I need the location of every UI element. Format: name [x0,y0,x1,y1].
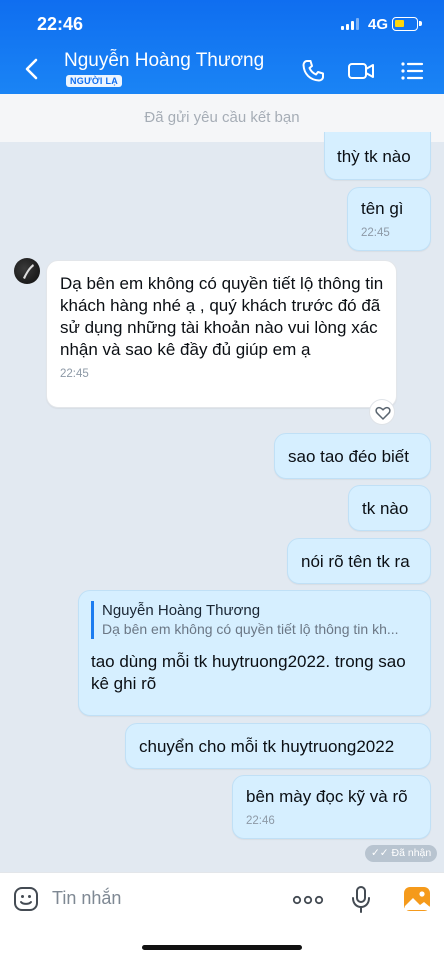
stranger-badge: NGƯỜI LẠ [66,75,123,87]
video-call-icon[interactable] [347,58,375,84]
message-time: 22:45 [60,368,89,380]
message-text: thỳ tk nào [337,147,411,166]
heart-reaction-icon[interactable] [369,399,395,425]
quoted-sender: Nguyễn Hoàng Thương [102,602,261,619]
message-text: nói rõ tên tk ra [301,552,410,571]
status-bar: 22:46 4G [0,14,444,36]
message-text: tk nào [362,499,409,518]
contact-avatar[interactable] [14,258,40,284]
reply-message-bubble[interactable]: Nguyễn Hoàng Thương Dạ bên em không có q… [78,590,431,716]
home-indicator [142,945,302,950]
message-text: sao tao đéo biết [288,447,409,466]
menu-list-icon[interactable] [399,58,425,84]
message-bubble[interactable]: tên gì 22:45 [347,187,431,251]
back-arrow-icon[interactable] [20,55,44,83]
message-bubble[interactable]: sao tao đéo biết [274,433,431,479]
signal-icon [341,18,361,30]
message-input[interactable]: Tin nhắn [52,888,121,909]
delivery-status-text: Đã nhận [391,847,432,859]
message-text: chuyển cho mỗi tk huytruong2022 [139,737,395,756]
message-text: tên gì [361,199,404,218]
message-bubble[interactable]: thỳ tk nào [324,132,431,180]
phone-icon[interactable] [300,58,326,84]
message-time: 22:46 [246,815,275,827]
message-time: 22:45 [361,227,390,239]
image-gallery-icon[interactable] [403,886,431,912]
message-bubble[interactable]: bên mày đọc kỹ và rõ 22:46 [232,775,431,839]
contact-name[interactable]: Nguyễn Hoàng Thương [64,50,264,72]
message-bubble[interactable]: nói rõ tên tk ra [287,538,431,584]
microphone-icon[interactable] [350,885,372,915]
message-bubble[interactable]: Dạ bên em không có quyền tiết lộ thông t… [46,260,397,408]
battery-icon [392,17,422,31]
message-text: bên mày đọc kỹ và rõ [246,787,408,806]
delivery-status-badge: ✓✓ Đã nhận [365,845,438,862]
quoted-message[interactable]: Nguyễn Hoàng Thương Dạ bên em không có q… [91,601,418,639]
quoted-text: Dạ bên em không có quyền tiết lộ thông t… [102,621,399,637]
more-dots-icon[interactable] [292,895,324,905]
chat-header: 22:46 4G Nguyễn Hoàng Thương NGƯỜI LẠ [0,0,444,94]
message-bubble[interactable]: chuyển cho mỗi tk huytruong2022 [125,723,431,769]
sticker-icon[interactable] [12,885,40,913]
double-check-icon: ✓✓ [371,847,392,859]
message-bubble[interactable]: tk nào [348,485,431,531]
network-type: 4G [368,16,389,33]
message-text: tao dùng mỗi tk huytruong2022. trong sao… [91,652,406,693]
message-text: Dạ bên em không có quyền tiết lộ thông t… [60,274,384,359]
status-time: 22:46 [37,14,84,34]
